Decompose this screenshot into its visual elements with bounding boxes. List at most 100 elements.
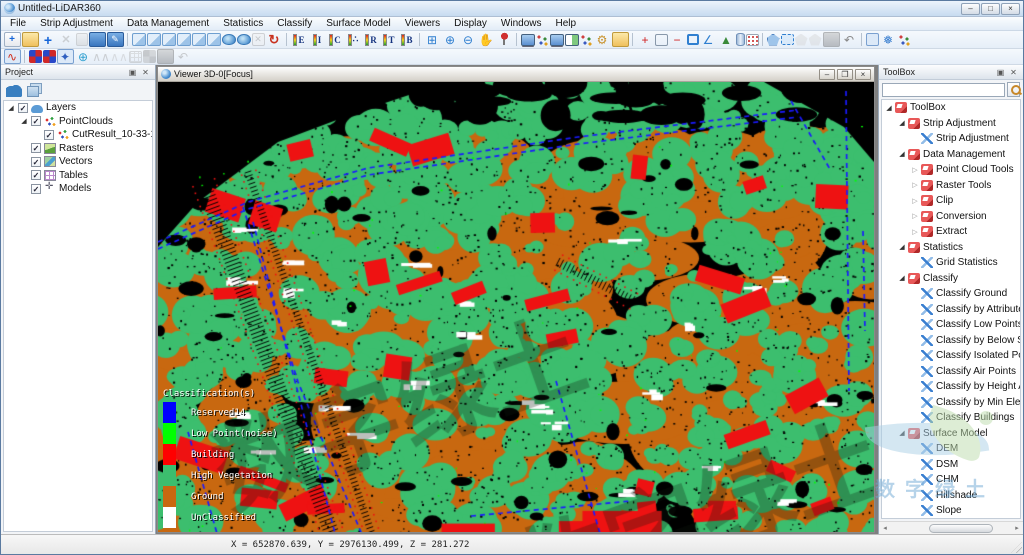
- measure-density-icon[interactable]: [746, 34, 759, 46]
- pushpin-icon[interactable]: [496, 32, 513, 47]
- zoom-in-icon[interactable]: ⊕: [442, 32, 459, 47]
- full-extent-icon[interactable]: ⊞: [424, 32, 441, 47]
- display-by-time-icon[interactable]: T: [381, 32, 398, 47]
- measure-volume-icon[interactable]: [736, 33, 745, 46]
- tree-item-classify[interactable]: ◢Classify: [882, 271, 1020, 287]
- tree-item-classify-by-below-surface[interactable]: Classify by Below Surface: [882, 333, 1020, 349]
- cross-section-edit-icon[interactable]: [43, 50, 56, 63]
- tree-item-dem[interactable]: DEM: [882, 441, 1020, 457]
- expander-open-icon[interactable]: ◢: [897, 429, 907, 437]
- measure-distance-icon[interactable]: −: [669, 32, 686, 47]
- display-settings-icon[interactable]: ⚙: [594, 32, 611, 47]
- scroll-left-icon[interactable]: ◂: [879, 524, 891, 532]
- measure-panel-icon[interactable]: [655, 34, 668, 46]
- title-bar[interactable]: Untitled-LiDAR360 – □ ×: [1, 1, 1023, 17]
- menu-strip-adjustment[interactable]: Strip Adjustment: [33, 18, 120, 29]
- menu-help[interactable]: Help: [549, 18, 584, 29]
- undo-section-icon[interactable]: ↶: [175, 49, 192, 64]
- expander-open-icon[interactable]: ◢: [897, 119, 907, 127]
- section-region-icon[interactable]: ✦: [57, 49, 74, 64]
- measure-height-icon[interactable]: ▲: [718, 32, 735, 47]
- tree-item-surface-model[interactable]: ◢Surface Model: [882, 426, 1020, 442]
- split-view-icon[interactable]: [565, 34, 579, 46]
- tree-item-hillshade[interactable]: Hillshade: [882, 488, 1020, 504]
- iso-view-point-icon[interactable]: [237, 34, 251, 45]
- new-project-icon[interactable]: +: [4, 32, 21, 47]
- tree-item-clip[interactable]: ▷Clip: [882, 193, 1020, 209]
- tree-item-tables[interactable]: Tables: [4, 169, 152, 183]
- tree-item-raster-tools[interactable]: ▷Raster Tools: [882, 178, 1020, 194]
- select-lasso-icon[interactable]: [795, 34, 808, 46]
- tree-item-classify-by-min-elevation[interactable]: Classify by Min Elevation: [882, 395, 1020, 411]
- view-right-icon[interactable]: [177, 33, 191, 46]
- tree-item-rasters[interactable]: Rasters: [4, 142, 152, 156]
- select-polygon-icon[interactable]: [767, 34, 780, 46]
- expander-open-icon[interactable]: ◢: [897, 150, 907, 158]
- capture-screen-icon[interactable]: [521, 34, 535, 46]
- tree-item-data-management[interactable]: ◢Data Management: [882, 147, 1020, 163]
- project-close-icon[interactable]: ✕: [140, 68, 151, 77]
- scroll-right-icon[interactable]: ▸: [1011, 524, 1023, 532]
- open-project-icon[interactable]: [22, 32, 39, 47]
- tree-item-classify-isolated-points[interactable]: Classify Isolated Points: [882, 348, 1020, 364]
- project-dock-icon[interactable]: ▣: [127, 68, 138, 77]
- tree-item-vectors[interactable]: Vectors: [4, 155, 152, 169]
- menu-classify[interactable]: Classify: [270, 18, 319, 29]
- scrollbar-thumb[interactable]: [929, 524, 993, 533]
- add-section-icon[interactable]: ⊕: [75, 49, 92, 64]
- select-rectangle-icon[interactable]: [781, 34, 794, 45]
- save-section-icon[interactable]: [157, 49, 174, 64]
- remove-section-icon[interactable]: [143, 50, 156, 63]
- tree-item-chm[interactable]: CHM: [882, 472, 1020, 488]
- add-pointcloud-icon[interactable]: [6, 84, 22, 97]
- viewer-window[interactable]: Viewer 3D-0[Focus] – ❐ × Classification(…: [157, 66, 875, 533]
- view-back-icon[interactable]: [147, 33, 161, 46]
- toolbox-search-input[interactable]: [882, 83, 1005, 97]
- tin-wireframe-icon[interactable]: ∧∧: [111, 49, 128, 64]
- visibility-checkbox[interactable]: [44, 130, 54, 140]
- menu-file[interactable]: File: [3, 18, 33, 29]
- view-left-icon[interactable]: [162, 33, 176, 46]
- visibility-checkbox[interactable]: [31, 157, 41, 167]
- tree-item-classify-by-attribute[interactable]: Classify by Attribute: [882, 302, 1020, 318]
- expander-open-icon[interactable]: ◢: [884, 104, 894, 112]
- tree-item-classify-ground[interactable]: Classify Ground: [882, 286, 1020, 302]
- view-iso-icon[interactable]: [207, 33, 221, 46]
- snapshot-folder-icon[interactable]: [612, 32, 629, 47]
- visibility-checkbox[interactable]: [31, 184, 41, 194]
- pan-icon[interactable]: ✋: [478, 32, 495, 47]
- layers-stack-icon[interactable]: [27, 86, 39, 97]
- save-icon[interactable]: [89, 32, 106, 47]
- display-by-return-icon[interactable]: R: [363, 32, 380, 47]
- menu-display[interactable]: Display: [447, 18, 494, 29]
- tree-item-extract[interactable]: ▷Extract: [882, 224, 1020, 240]
- add-data-icon[interactable]: +: [40, 32, 57, 47]
- view-front-icon[interactable]: [132, 33, 146, 46]
- tree-item-point-cloud-tools[interactable]: ▷Point Cloud Tools: [882, 162, 1020, 178]
- tree-item-cutresult-10-33-10-lidata[interactable]: CutResult_10-33-10.LiData: [4, 128, 152, 142]
- save-selection-icon[interactable]: [823, 32, 840, 47]
- top-view-point-icon[interactable]: [222, 34, 236, 45]
- save-as-icon[interactable]: ✎: [107, 32, 124, 47]
- viewer-minimize-button[interactable]: –: [819, 69, 835, 80]
- expander-closed-icon[interactable]: ▷: [910, 166, 920, 174]
- menu-windows[interactable]: Windows: [494, 18, 549, 29]
- scatter-points-icon[interactable]: [898, 34, 911, 46]
- viewer-restore-button[interactable]: ❐: [837, 69, 853, 80]
- tree-item-classify-by-height-above-ground[interactable]: Classify by Height Above Ground: [882, 379, 1020, 395]
- measure-angle-icon[interactable]: ∠: [700, 32, 717, 47]
- viewer-title-bar[interactable]: Viewer 3D-0[Focus] – ❐ ×: [158, 67, 874, 82]
- bounding-box-icon[interactable]: ✕: [252, 33, 265, 46]
- zoom-out-icon[interactable]: ⊖: [460, 32, 477, 47]
- clear-classification-icon[interactable]: ❅: [880, 32, 897, 47]
- close-button[interactable]: ×: [1001, 3, 1020, 15]
- expander-open-icon[interactable]: ◢: [6, 104, 16, 112]
- import-data-icon[interactable]: [76, 33, 88, 46]
- expander-closed-icon[interactable]: ▷: [910, 212, 920, 220]
- view-top-icon[interactable]: [192, 33, 206, 46]
- cancel-selection-icon[interactable]: ↶: [841, 32, 858, 47]
- menu-viewers[interactable]: Viewers: [398, 18, 447, 29]
- tree-item-statistics[interactable]: ◢Statistics: [882, 240, 1020, 256]
- sync-viewers-icon[interactable]: [536, 34, 549, 46]
- tree-item-classify-buildings[interactable]: Classify Buildings: [882, 410, 1020, 426]
